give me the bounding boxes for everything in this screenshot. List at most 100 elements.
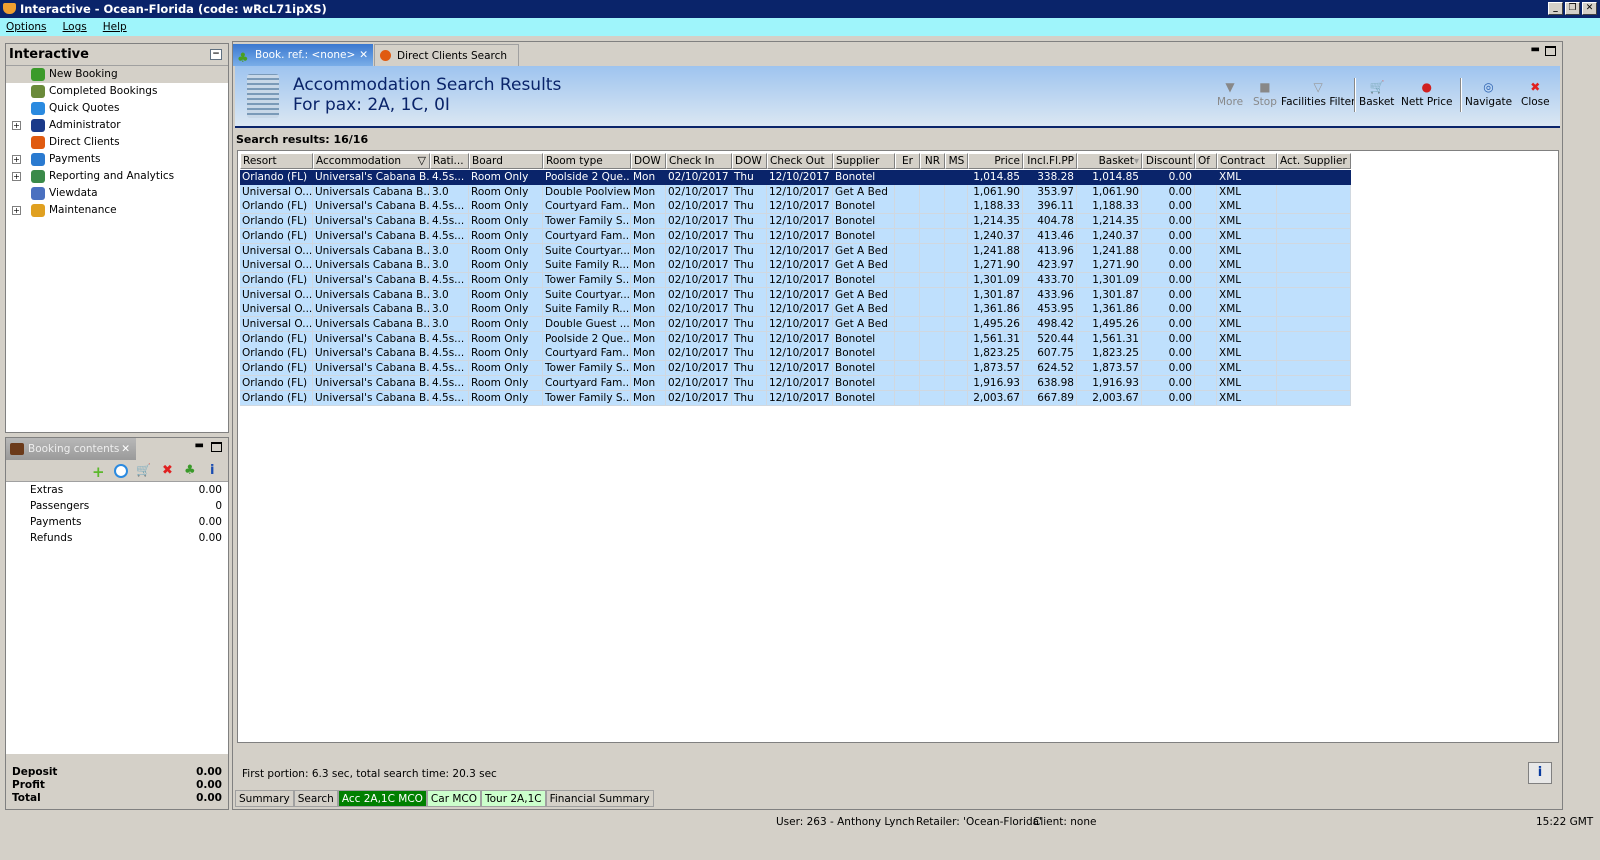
minimize-button[interactable]: _ <box>1548 2 1563 15</box>
sidebar-item-completed-bookings[interactable]: Completed Bookings <box>6 83 228 100</box>
maximize-icon[interactable] <box>1545 46 1556 56</box>
table-row[interactable]: Universal O... Universals Cabana B... 3.0 R… <box>240 258 1351 274</box>
bottom-tab-summary[interactable]: Summary <box>235 790 294 807</box>
sidebar-item-new-booking[interactable]: New Booking <box>6 66 228 83</box>
more-button[interactable]: ▼ More <box>1217 80 1243 108</box>
sidebar-item-payments[interactable]: + Payments <box>6 151 228 168</box>
column-header-dow[interactable]: DOW <box>732 153 767 169</box>
column-header-ms[interactable]: MS <box>945 153 968 169</box>
basket-button[interactable]: 🛒 Basket <box>1359 80 1394 108</box>
sidebar-item-administrator[interactable]: + Administrator <box>6 117 228 134</box>
navigate-button[interactable]: ◎ Navigate <box>1465 80 1512 108</box>
minimize-icon[interactable]: ▬ <box>1531 44 1540 55</box>
column-header-nr[interactable]: NR <box>920 153 945 169</box>
column-header-board[interactable]: Board <box>469 153 543 169</box>
column-header-dow[interactable]: DOW <box>631 153 666 169</box>
sort-desc-icon[interactable]: ▾ <box>1134 156 1139 167</box>
cell-rati: 3.0 <box>430 258 469 274</box>
cell-accommodation: Universal's Cabana B... <box>313 361 430 377</box>
info-icon[interactable]: i <box>210 463 214 478</box>
table-row[interactable]: Orlando (FL) Universal's Cabana B... 4.5s.… <box>240 199 1351 215</box>
cell-rati: 4.5s... <box>430 199 469 215</box>
table-row[interactable]: Orlando (FL) Universal's Cabana B... 4.5s.… <box>240 361 1351 377</box>
cell-incl-fl-pp: 498.42 <box>1023 317 1077 332</box>
stop-button[interactable]: ■ Stop <box>1253 80 1277 108</box>
table-row[interactable]: Universal O... Universals Cabana B... 3.0 R… <box>240 287 1351 303</box>
collapse-icon[interactable]: − <box>210 49 222 60</box>
tab-direct-clients-search[interactable]: Direct Clients Search <box>374 44 519 66</box>
table-row[interactable]: Orlando (FL) Universal's Cabana B... 4.5s.… <box>240 390 1351 406</box>
close-button[interactable]: ✖ Close <box>1521 80 1550 108</box>
sidebar-item-maintenance[interactable]: + Maintenance <box>6 202 228 219</box>
restore-button[interactable]: ❐ <box>1565 2 1580 15</box>
table-row[interactable]: Universal O... Universals Cabana B... 3.0 R… <box>240 243 1351 259</box>
bottom-tab-acc-2a-1c-mco[interactable]: Acc 2A,1C MCO <box>337 790 427 807</box>
column-header-basket[interactable]: Basket▾ <box>1077 153 1142 169</box>
info-button[interactable]: i <box>1528 762 1552 784</box>
close-window-button[interactable]: ✕ <box>1582 2 1597 15</box>
close-tab-icon[interactable]: ✕ <box>359 44 368 66</box>
column-header-rati[interactable]: Rati... <box>430 153 469 169</box>
bottom-tab-car-mco[interactable]: Car MCO <box>426 790 481 807</box>
table-row[interactable]: Universal O... Universals Cabana B... 3.0 R… <box>240 302 1351 318</box>
column-header-act-supplier[interactable]: Act. Supplier <box>1277 153 1351 169</box>
bottom-tab-tour-2a-1c[interactable]: Tour 2A,1C <box>481 790 546 807</box>
column-header-supplier[interactable]: Supplier <box>833 153 895 169</box>
expand-icon[interactable]: + <box>12 206 21 215</box>
table-row[interactable]: Orlando (FL) Universal's Cabana B... 4.5s.… <box>240 331 1351 347</box>
expand-icon[interactable]: + <box>12 155 21 164</box>
expand-icon[interactable]: + <box>12 121 21 130</box>
booking-contents-tab[interactable]: Booking contents ✕ <box>6 438 136 460</box>
column-header-check-in[interactable]: Check In <box>666 153 732 169</box>
bottom-tab-financial-summary[interactable]: Financial Summary <box>545 790 654 807</box>
palm-tree-icon[interactable]: ♣ <box>184 463 196 478</box>
nett-price-button[interactable]: ● Nett Price <box>1401 80 1453 108</box>
sidebar-item-direct-clients[interactable]: Direct Clients <box>6 134 228 151</box>
table-row[interactable]: Orlando (FL) Universal's Cabana B... 4.5s.… <box>240 214 1351 230</box>
delete-icon[interactable]: ✖ <box>162 463 173 478</box>
tab-booking-ref[interactable]: ♣ Book. ref.: <none> ✕ <box>233 44 373 66</box>
minimize-icon[interactable]: ▬ <box>195 440 204 451</box>
sidebar-item-reporting-and-analytics[interactable]: + Reporting and Analytics <box>6 168 228 185</box>
table-row[interactable]: Orlando (FL) Universal's Cabana B... 4.5s.… <box>240 375 1351 391</box>
maximize-icon[interactable] <box>211 442 222 452</box>
cell-board: Room Only <box>469 390 543 406</box>
cell-dow: Thu <box>732 361 767 377</box>
column-header-resort[interactable]: Resort <box>240 153 313 169</box>
column-header-contract[interactable]: Contract <box>1217 153 1277 169</box>
add-icon[interactable]: + <box>92 463 105 481</box>
facilities-filter-button[interactable]: ▽ Facilities Filter <box>1281 80 1355 108</box>
expand-icon[interactable]: + <box>12 172 21 181</box>
table-row[interactable]: Orlando (FL) Universal's Cabana B... 4.5s.… <box>240 228 1351 244</box>
close-tab-icon[interactable]: ✕ <box>121 438 130 460</box>
column-header-check-out[interactable]: Check Out <box>767 153 833 169</box>
column-header-er[interactable]: Er <box>895 153 920 169</box>
filter-icon[interactable]: ▽ <box>418 154 426 168</box>
cell-of <box>1195 272 1217 288</box>
cell-nr <box>920 184 945 200</box>
column-header-incl-fl-pp[interactable]: Incl.Fl.PP <box>1023 153 1077 169</box>
column-header-discount[interactable]: Discount <box>1142 153 1195 169</box>
cell-rati: 4.5s... <box>430 214 469 230</box>
table-row[interactable]: Orlando (FL) Universal's Cabana B... 4.5s.… <box>240 346 1351 362</box>
cell-room-type: Double Guest ... <box>543 317 631 332</box>
clock-icon[interactable] <box>114 464 128 478</box>
column-header-price[interactable]: Price <box>968 153 1023 169</box>
bottom-tab-search[interactable]: Search <box>293 790 338 807</box>
table-row[interactable]: Universal O... Universals Cabana B... 3.0 R… <box>240 184 1351 200</box>
menu-help[interactable]: Help <box>103 21 127 33</box>
cell-room-type: Tower Family S... <box>543 361 631 377</box>
cell-of <box>1195 346 1217 362</box>
table-row[interactable]: Universal O... Universals Cabana B... 3.0 R… <box>240 317 1351 332</box>
table-row[interactable]: Orlando (FL) Universal's Cabana B... 4.5s.… <box>240 272 1351 288</box>
column-header-accommodation[interactable]: Accommodation ▽ <box>313 153 430 169</box>
sidebar-item-viewdata[interactable]: Viewdata <box>6 185 228 202</box>
menu-logs[interactable]: Logs <box>63 21 87 33</box>
column-header-of[interactable]: Of <box>1195 153 1217 169</box>
cell-of <box>1195 243 1217 259</box>
basket-go-icon[interactable]: 🛒 <box>136 463 151 477</box>
sidebar-item-quick-quotes[interactable]: Quick Quotes <box>6 100 228 117</box>
table-row[interactable]: Orlando (FL) Universal's Cabana B... 4.5s.… <box>240 170 1351 185</box>
menu-options[interactable]: Options <box>6 21 47 33</box>
column-header-room-type[interactable]: Room type <box>543 153 631 169</box>
